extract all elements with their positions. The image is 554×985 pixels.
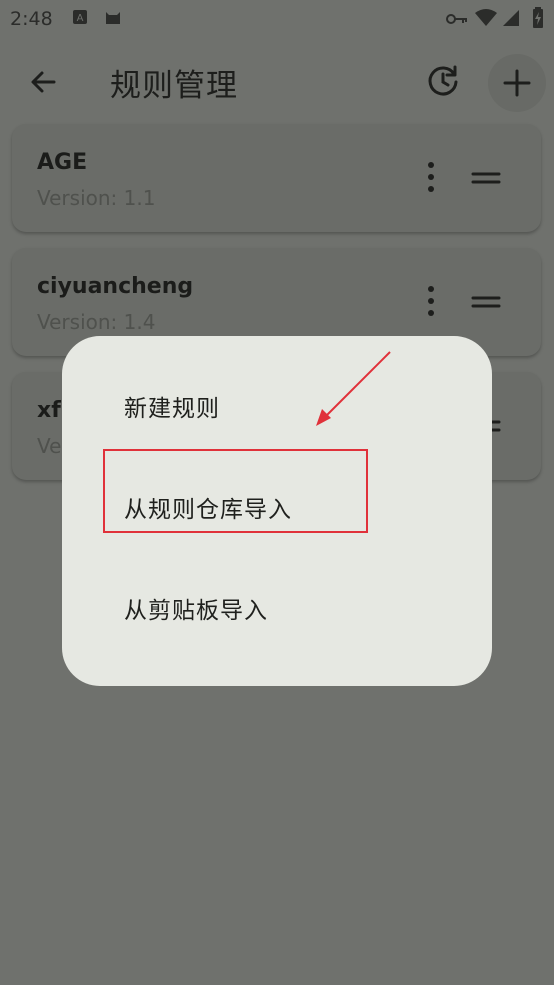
rule-version: Version: 1.1 <box>37 186 156 210</box>
app-notification-icon: A <box>72 9 88 29</box>
menu-item-new-rule[interactable]: 新建规则 <box>62 366 492 446</box>
annotation-arrow-icon <box>316 351 391 426</box>
back-button[interactable] <box>22 60 66 104</box>
more-vert-icon <box>428 286 434 316</box>
menu-item-import-from-clipboard[interactable]: 从剪贴板导入 <box>62 568 492 648</box>
battery-icon <box>532 7 544 33</box>
plus-icon <box>503 69 531 97</box>
annotation-highlight-box <box>103 449 368 533</box>
arrow-back-icon <box>31 71 56 93</box>
menu-item-label: 新建规则 <box>124 396 220 422</box>
cat-notification-icon <box>104 9 122 29</box>
drag-handle-icon <box>471 296 501 308</box>
rule-version: Ve <box>37 434 62 458</box>
rule-card[interactable]: AGE Version: 1.1 <box>12 124 541 232</box>
rule-name: AGE <box>37 150 88 175</box>
wifi-icon <box>474 9 498 31</box>
drag-handle[interactable] <box>470 288 502 316</box>
rule-version: Version: 1.4 <box>37 310 156 334</box>
app-bar: 规则管理 <box>0 40 554 120</box>
more-options-button[interactable] <box>418 160 444 194</box>
add-button[interactable] <box>488 54 546 112</box>
page-title: 规则管理 <box>110 68 238 104</box>
drag-handle[interactable] <box>470 164 502 192</box>
status-time: 2:48 <box>10 8 53 30</box>
history-button[interactable] <box>420 58 466 104</box>
signal-icon <box>502 9 520 31</box>
rule-name: ciyuancheng <box>37 274 194 299</box>
history-icon <box>428 65 458 96</box>
menu-item-label: 从剪贴板导入 <box>124 598 268 624</box>
svg-text:A: A <box>77 13 84 24</box>
more-options-button[interactable] <box>418 284 444 318</box>
more-vert-icon <box>428 162 434 192</box>
rule-name: xf <box>37 398 61 423</box>
status-bar: 2:48 A <box>0 0 554 38</box>
key-icon <box>446 11 468 30</box>
drag-handle-icon <box>471 172 501 184</box>
